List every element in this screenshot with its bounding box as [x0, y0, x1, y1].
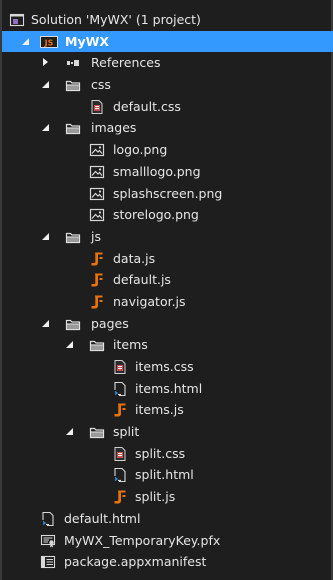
tree-item-file[interactable]: items.html	[2, 378, 333, 400]
tree-item-label: items.js	[135, 402, 184, 418]
image-file-icon	[89, 164, 105, 180]
tree-item-folder-css[interactable]: css	[2, 74, 333, 96]
css-file-icon	[112, 446, 128, 462]
tree-item-file[interactable]: MyWX_TemporaryKey.pfx	[2, 530, 333, 552]
html-file-icon	[112, 381, 128, 397]
tree-item-label: split.js	[135, 489, 176, 505]
expand-toggle-icon[interactable]	[64, 334, 76, 356]
tree-item-label: items.html	[135, 380, 203, 396]
folder-icon	[89, 337, 105, 353]
expand-toggle-icon[interactable]	[40, 313, 52, 335]
tree-item-label: References	[91, 55, 161, 71]
html-file-icon	[40, 511, 56, 527]
tree-item-folder-pages[interactable]: pages	[2, 313, 333, 335]
tree-item-label: data.js	[113, 250, 156, 266]
tree-item-project[interactable]: JS MyWX	[2, 30, 333, 53]
tree-item-label: split.html	[135, 467, 194, 483]
tree-item-file[interactable]: splashscreen.png	[2, 183, 333, 205]
tree-item-file[interactable]: split.js	[2, 486, 333, 508]
svg-text:JS: JS	[44, 38, 54, 47]
tree-item-label: js	[91, 228, 101, 244]
tree-item-file[interactable]: navigator.js	[2, 291, 333, 313]
tree-item-file[interactable]: items.js	[2, 399, 333, 421]
tree-item-label: pages	[91, 315, 129, 331]
solution-tree: Solution 'MyWX' (1 project) JS MyWX Refe…	[2, 9, 333, 573]
tree-item-file[interactable]: split.html	[2, 464, 333, 486]
tree-item-folder-js[interactable]: js	[2, 226, 333, 248]
solution-explorer-panel: Solution 'MyWX' (1 project) JS MyWX Refe…	[0, 0, 333, 580]
expand-toggle-icon[interactable]	[40, 226, 52, 248]
tree-item-label: images	[91, 120, 137, 136]
js-file-icon	[89, 294, 105, 310]
tree-item-label: Solution 'MyWX' (1 project)	[31, 12, 201, 27]
css-file-icon	[89, 99, 105, 115]
css-file-icon	[112, 359, 128, 375]
js-project-icon: JS	[40, 34, 58, 50]
tree-item-label: default.js	[113, 272, 171, 288]
js-file-icon	[112, 489, 128, 505]
tree-item-label: navigator.js	[113, 293, 186, 309]
folder-icon	[89, 424, 105, 440]
folder-icon	[65, 77, 81, 93]
tree-item-label: split.css	[135, 445, 186, 461]
tree-item-label: split	[113, 424, 140, 440]
manifest-icon	[40, 554, 56, 570]
tree-item-file[interactable]: smalllogo.png	[2, 161, 333, 183]
tree-item-file[interactable]: package.appxmanifest	[2, 551, 333, 573]
tree-item-file[interactable]: default.css	[2, 96, 333, 118]
js-file-icon	[112, 402, 128, 418]
expand-toggle-icon[interactable]	[64, 421, 76, 443]
tree-item-folder-items[interactable]: items	[2, 334, 333, 356]
html-file-icon	[112, 467, 128, 483]
collapsed-toggle-icon[interactable]	[40, 52, 52, 74]
certificate-icon	[40, 533, 56, 549]
image-file-icon	[89, 207, 105, 223]
tree-item-label: package.appxmanifest	[64, 554, 207, 570]
js-file-icon	[89, 272, 105, 288]
js-file-icon	[89, 251, 105, 267]
tree-item-label: splashscreen.png	[113, 185, 223, 201]
expand-toggle-icon[interactable]	[40, 117, 52, 139]
tree-item-label: smalllogo.png	[113, 163, 201, 179]
tree-item-references[interactable]: References	[2, 52, 333, 74]
tree-item-file[interactable]: default.html	[2, 508, 333, 530]
solution-icon	[9, 12, 25, 28]
tree-item-folder-images[interactable]: images	[2, 117, 333, 139]
references-icon	[65, 55, 81, 71]
folder-icon	[65, 316, 81, 332]
image-file-icon	[89, 186, 105, 202]
tree-item-file[interactable]: split.css	[2, 443, 333, 465]
expand-toggle-icon[interactable]	[40, 74, 52, 96]
tree-item-file[interactable]: items.css	[2, 356, 333, 378]
folder-icon	[65, 229, 81, 245]
tree-item-label: css	[91, 77, 111, 93]
folder-icon	[65, 120, 81, 136]
tree-item-file[interactable]: storelogo.png	[2, 204, 333, 226]
tree-item-file[interactable]: data.js	[2, 248, 333, 270]
tree-item-solution[interactable]: Solution 'MyWX' (1 project)	[2, 9, 333, 31]
tree-item-label: items	[113, 337, 148, 353]
tree-item-label: default.html	[64, 510, 141, 526]
tree-item-label: items.css	[135, 359, 194, 374]
image-file-icon	[89, 142, 105, 158]
tree-item-folder-split[interactable]: split	[2, 421, 333, 443]
tree-item-label: MyWX	[65, 33, 110, 49]
tree-item-file[interactable]: logo.png	[2, 139, 333, 161]
tree-item-label: default.css	[113, 98, 181, 114]
tree-item-label: logo.png	[113, 142, 168, 158]
tree-item-file[interactable]: default.js	[2, 269, 333, 291]
tree-item-label: MyWX_TemporaryKey.pfx	[64, 532, 221, 548]
expand-toggle-icon[interactable]	[20, 31, 32, 53]
tree-item-label: storelogo.png	[113, 207, 199, 223]
